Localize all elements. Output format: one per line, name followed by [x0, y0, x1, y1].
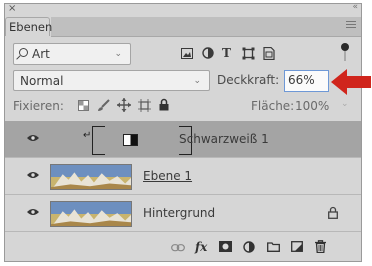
- opacity-label: Deckkraft:: [217, 73, 280, 87]
- layer-thumbnail: [50, 164, 132, 190]
- lock-pixels-icon[interactable]: [97, 99, 110, 112]
- lock-position-icon[interactable]: [117, 98, 131, 112]
- opacity-input[interactable]: 66%: [284, 70, 329, 92]
- blend-mode-value: Normal: [20, 74, 64, 88]
- panel-menu-icon[interactable]: [346, 21, 356, 30]
- type-filter-icon[interactable]: T: [222, 46, 231, 60]
- lock-icon[interactable]: [328, 206, 338, 219]
- adjustment-filter-icon[interactable]: [202, 47, 214, 59]
- image-filter-icon[interactable]: [181, 48, 193, 59]
- annotation-arrow-icon: [331, 69, 371, 95]
- link-layers-icon[interactable]: [171, 244, 185, 252]
- layer-row-ebene1[interactable]: Ebene 1: [5, 158, 361, 195]
- shape-filter-icon[interactable]: [242, 47, 255, 60]
- black-white-adjustment-icon: [123, 134, 138, 146]
- tab-strip: [51, 17, 361, 37]
- new-layer-icon[interactable]: [291, 241, 303, 252]
- adjustment-thumbnail-frame: [92, 126, 192, 155]
- layer-name[interactable]: Hintergrund: [143, 206, 215, 220]
- chevron-down-icon[interactable]: ⌄: [341, 99, 349, 109]
- layer-row-hintergrund[interactable]: Hintergrund: [5, 195, 361, 232]
- filter-toggle[interactable]: [341, 43, 349, 61]
- adjustment-icon[interactable]: [243, 241, 256, 254]
- layer-name[interactable]: Ebene 1: [143, 169, 192, 183]
- layers-panel: × « Ebenen Art ⌄ T Normal ⌄ Deckkraft: 6…: [4, 2, 371, 262]
- eye-icon[interactable]: [27, 134, 39, 142]
- layers-bottom-bar: fx: [5, 235, 361, 261]
- layer-filter-select[interactable]: Art ⌄: [13, 43, 131, 65]
- fill-input[interactable]: 100%: [295, 99, 329, 113]
- lock-all-icon[interactable]: [159, 98, 169, 111]
- lock-label: Fixieren:: [13, 99, 64, 113]
- lock-transparency-icon[interactable]: [78, 100, 89, 111]
- layer-name[interactable]: Schwarzweiß 1: [179, 132, 269, 146]
- clip-indicator-icon: ↵: [83, 130, 92, 141]
- smartobject-filter-icon[interactable]: [263, 47, 275, 60]
- chevron-down-icon: ⌄: [193, 76, 201, 86]
- eye-icon[interactable]: [27, 171, 39, 179]
- delete-icon[interactable]: [315, 240, 326, 253]
- close-icon[interactable]: ×: [8, 3, 16, 14]
- filter-kind-label: Art: [32, 47, 50, 61]
- layer-row-schwarzweiss[interactable]: ↵ Schwarzweiß 1: [5, 121, 361, 158]
- fx-icon[interactable]: fx: [195, 240, 207, 254]
- chevron-down-icon: ⌄: [114, 49, 122, 59]
- eye-icon[interactable]: [27, 208, 39, 216]
- search-icon: [19, 48, 28, 57]
- group-icon[interactable]: [267, 242, 280, 252]
- mask-icon[interactable]: [219, 241, 232, 252]
- fill-label: Fläche:: [251, 99, 295, 113]
- blend-mode-select[interactable]: Normal ⌄: [13, 70, 210, 91]
- lock-artboard-icon[interactable]: [138, 99, 151, 112]
- collapse-icon[interactable]: «: [352, 2, 357, 12]
- layer-thumbnail: [50, 201, 132, 227]
- tab-layers[interactable]: Ebenen: [5, 17, 52, 36]
